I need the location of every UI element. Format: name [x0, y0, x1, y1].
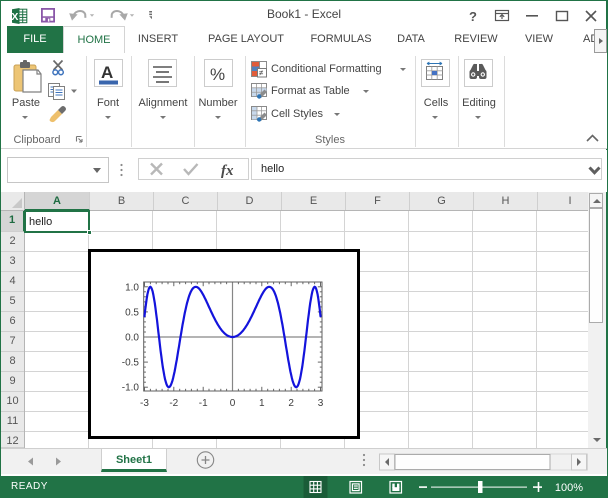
svg-text:%: %: [210, 65, 225, 84]
svg-text:-1.0: -1.0: [122, 383, 140, 394]
svg-text:100%: 100%: [555, 482, 583, 494]
svg-text:fx: fx: [221, 163, 234, 179]
svg-text:≠: ≠: [259, 69, 264, 78]
svg-text:A: A: [101, 63, 113, 82]
svg-text:-1: -1: [199, 398, 208, 409]
svg-text:-2: -2: [169, 398, 178, 409]
svg-text:2: 2: [288, 398, 294, 409]
svg-text:-3: -3: [140, 398, 149, 409]
svg-text:1: 1: [259, 398, 265, 409]
svg-text:X: X: [12, 11, 18, 23]
svg-text:0.0: 0.0: [125, 333, 139, 344]
svg-text:1.0: 1.0: [125, 282, 139, 293]
svg-text:?: ?: [469, 9, 477, 24]
svg-text:0.5: 0.5: [125, 307, 139, 318]
svg-text:0: 0: [230, 398, 236, 409]
svg-text:3: 3: [318, 398, 324, 409]
svg-text:-0.5: -0.5: [122, 358, 140, 369]
